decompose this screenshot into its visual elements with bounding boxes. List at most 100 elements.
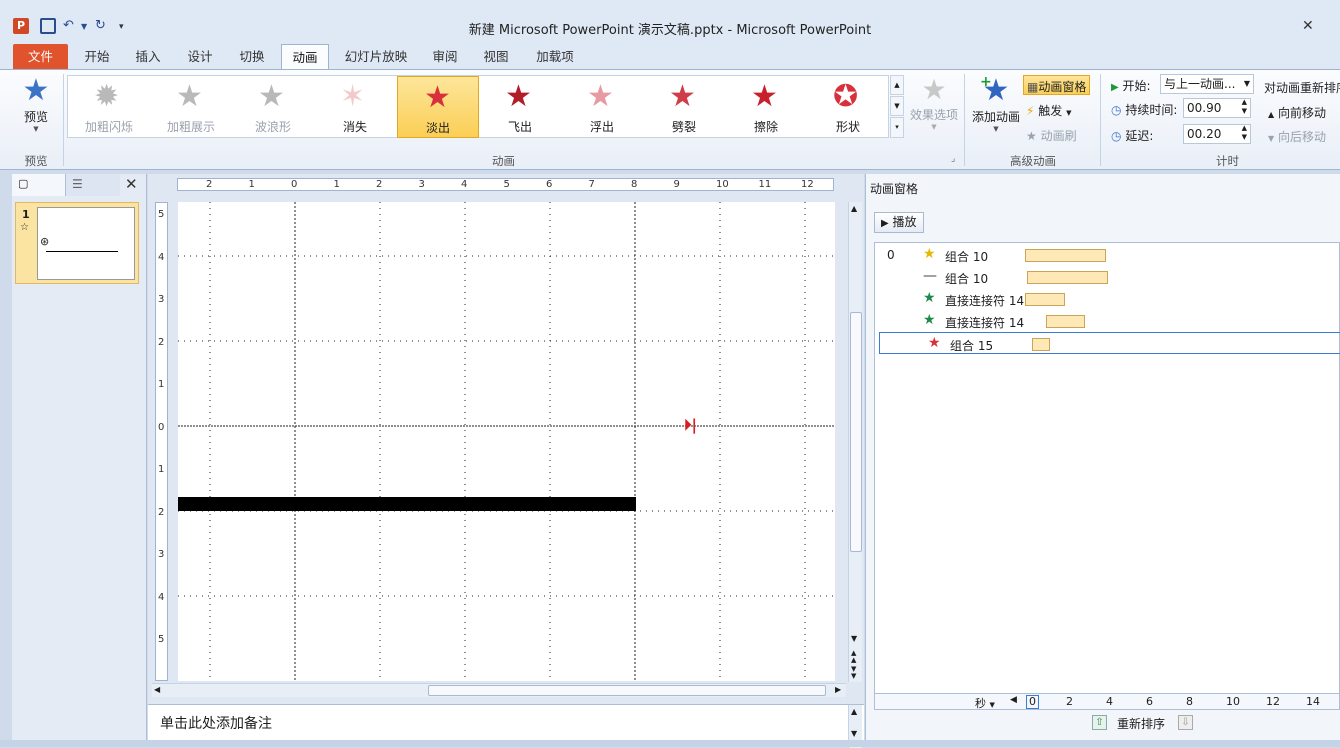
ruler-tick-label: 5 — [503, 179, 510, 190]
animation-name: 组合 15 — [950, 339, 994, 353]
effect-bold-reveal[interactable]: ★ 加粗展示 — [150, 76, 232, 138]
h-scroll-thumb[interactable] — [428, 685, 826, 696]
timeline-tick-label: 2 — [1066, 695, 1073, 708]
animation-pane-button[interactable]: ▦动画窗格 — [1023, 75, 1091, 95]
animation-pane-title: 动画窗格 — [870, 182, 919, 196]
ruler-tick-label: 2 — [158, 506, 165, 518]
effect-disappear[interactable]: ✶ 消失 — [314, 76, 396, 138]
timeline-unit-select[interactable]: 秒 ▼ — [975, 695, 995, 711]
animation-item[interactable]: ★ 直接连接符 14 — [875, 310, 1340, 332]
tab-view[interactable]: 视图 — [474, 44, 518, 69]
effect-fade-selected[interactable]: ★ 淡出 — [397, 76, 479, 138]
add-animation-button[interactable]: ★ 添加动画 ▼ — [970, 74, 1022, 134]
ruler-tick-label: 1 — [158, 379, 165, 390]
animation-pane-label: 动画窗格 — [1038, 80, 1087, 94]
reorder-down-icon[interactable]: ⇩ — [1178, 715, 1193, 730]
scroll-left-icon[interactable]: ◀ — [154, 685, 160, 694]
effect-shape[interactable]: ✪ 形状 — [807, 76, 889, 138]
close-pane-icon[interactable]: ✕ — [125, 175, 138, 193]
animation-name: 直接连接符 14 — [945, 316, 1025, 330]
animation-item[interactable]: ★ 直接连接符 14 — [875, 288, 1340, 310]
tab-addins[interactable]: 加载项 — [527, 44, 583, 69]
duration-input[interactable]: 00.90 ▲ ▼ — [1183, 98, 1251, 118]
effect-split[interactable]: ★ 劈裂 — [643, 76, 725, 138]
play-button[interactable]: ▶ 播放 — [874, 212, 924, 233]
tab-insert[interactable]: 插入 — [126, 44, 170, 69]
ruler-tick-label: 11 — [758, 179, 772, 190]
divider — [63, 74, 64, 166]
scroll-up-icon[interactable]: ▲ — [851, 707, 857, 716]
clock-icon: ◷ — [1111, 129, 1122, 143]
effect-bold-flash[interactable]: ✹ 加粗闪烁 — [68, 76, 150, 138]
timeline-tick-label: 8 — [1186, 695, 1193, 708]
animation-item[interactable]: — 组合 10 — [875, 266, 1340, 288]
triangle-down-icon: ▼ — [1268, 134, 1275, 143]
group-label-preview: 预览 — [24, 154, 48, 168]
ruler-tick-label: 8 — [631, 179, 638, 190]
effect-wipe[interactable]: ★ 擦除 — [725, 76, 807, 138]
scroll-up-icon[interactable]: ▲ — [851, 204, 857, 213]
prev-slide-icon[interactable]: ▲ ▲ — [851, 650, 856, 664]
animation-item[interactable]: 0 ★ 组合 10 — [875, 244, 1340, 266]
slide-horizontal-scrollbar[interactable]: ◀ ▶ — [152, 683, 846, 697]
thick-line-shape[interactable] — [178, 497, 636, 511]
scroll-thumb[interactable] — [850, 312, 862, 552]
ruler-tick-label: 2 — [376, 179, 383, 190]
effect-float-out[interactable]: ★ 浮出 — [561, 76, 643, 138]
tab-home[interactable]: 开始 — [75, 44, 119, 69]
animation-timeline-bar[interactable] — [1025, 249, 1106, 262]
ruler-tick-label: 10 — [716, 179, 729, 190]
slides-tab[interactable]: ▢ — [12, 174, 66, 196]
slide-vertical-scrollbar[interactable]: ▲ ▼ ▲ ▲ ▼ ▼ — [848, 202, 862, 682]
tab-review[interactable]: 审阅 — [423, 44, 467, 69]
slide-thumbnail-1[interactable]: 1 ☆ ⊛ — [15, 202, 139, 284]
next-slide-icon[interactable]: ▼ ▼ — [851, 666, 856, 680]
tab-design[interactable]: 设计 — [178, 44, 222, 69]
animation-item[interactable]: ★ 组合 15 — [879, 332, 1340, 354]
animation-timeline-bar[interactable] — [1045, 315, 1086, 328]
tab-slideshow[interactable]: 幻灯片放映 — [337, 44, 415, 69]
animation-timeline-bar[interactable] — [1026, 271, 1108, 284]
delay-input[interactable]: 00.20 ▲ ▼ — [1183, 124, 1251, 144]
effect-wave[interactable]: ★ 波浪形 — [232, 76, 314, 138]
animation-timeline-bar[interactable] — [1025, 293, 1065, 306]
motion-end-marker-icon[interactable]: ⏵| — [684, 416, 697, 434]
tab-transitions[interactable]: 切换 — [230, 44, 274, 69]
gallery-more-button[interactable]: ▾ — [890, 117, 904, 138]
ruler-tick-label: 3 — [158, 294, 165, 305]
effect-options-label: 效果选项 — [909, 108, 958, 122]
effect-fly-out[interactable]: ★ 飞出 — [479, 76, 561, 138]
tab-animations[interactable]: 动画 — [281, 44, 329, 69]
start-select[interactable]: 与上一动画... ▼ — [1160, 74, 1254, 94]
ribbon-tabs: 文件 开始 插入 设计 切换 动画 幻灯片放映 审阅 视图 加载项 — [0, 40, 1340, 69]
animation-timeline-bar[interactable] — [1031, 338, 1050, 351]
gallery-scroll-down[interactable]: ▼ — [890, 96, 904, 116]
reorder-up-icon[interactable]: ⇧ — [1092, 715, 1107, 730]
wave-icon: ★ — [258, 79, 285, 114]
tab-file[interactable]: 文件 — [13, 44, 68, 69]
scroll-right-icon[interactable]: ▶ — [835, 685, 841, 694]
animation-effect-icon: ★ — [923, 290, 936, 306]
ruler-tick-label: 7 — [588, 179, 595, 190]
ruler-tick-label: 3 — [418, 179, 425, 190]
preview-button[interactable]: ★ 预览 ▼ — [14, 74, 58, 144]
move-earlier-button[interactable]: ▲ 向前移动 — [1268, 104, 1326, 121]
animation-painter-button[interactable]: ★ 动画刷 — [1026, 127, 1077, 144]
slides-tab-icon: ▢ — [18, 177, 29, 190]
animation-name: 直接连接符 14 — [945, 294, 1025, 308]
scroll-down-icon[interactable]: ▼ — [851, 634, 857, 643]
outline-tab[interactable]: ☰ — [66, 174, 120, 196]
timeline-left-icon[interactable]: ◀ — [1010, 695, 1017, 705]
slide-canvas[interactable]: ⏵| — [178, 202, 835, 681]
dialog-launcher-icon[interactable]: ⌟ — [951, 154, 955, 164]
gallery-scroll-up[interactable]: ▲ — [890, 75, 904, 95]
scroll-down-icon[interactable]: ▼ — [851, 729, 857, 738]
ruler-tick-label: 12 — [801, 179, 814, 190]
animation-effect-icon: ★ — [923, 312, 936, 328]
close-icon[interactable]: ✕ — [1302, 18, 1314, 34]
move-later-button[interactable]: ▼ 向后移动 — [1268, 128, 1326, 145]
slide-number: 1 — [22, 208, 30, 221]
trigger-button[interactable]: ⚡ 触发 ▼ — [1026, 102, 1072, 119]
effect-options-button[interactable]: ★ 效果选项 ▼ — [908, 74, 960, 132]
animation-painter-label: 动画刷 — [1040, 129, 1077, 143]
